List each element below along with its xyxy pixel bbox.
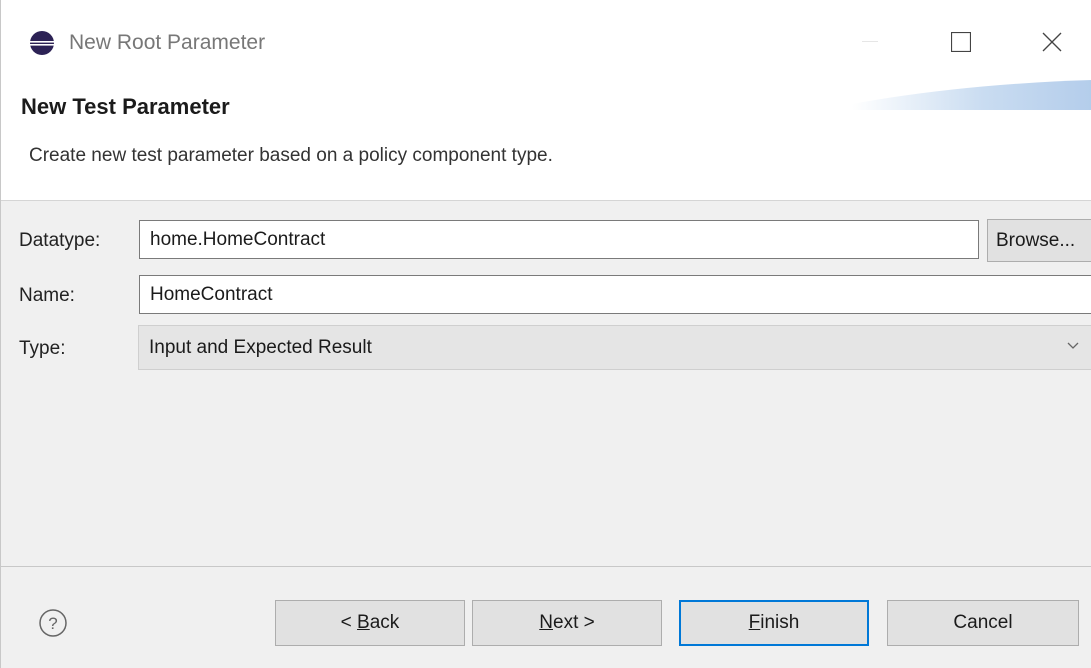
finish-button-mnemonic: F bbox=[748, 612, 761, 633]
header-banner-graphic bbox=[852, 80, 1091, 110]
type-dropdown[interactable]: Input and Expected Result bbox=[138, 325, 1091, 370]
maximize-icon bbox=[951, 32, 971, 52]
back-button[interactable]: < Back bbox=[275, 600, 465, 646]
window-title: New Root Parameter bbox=[69, 31, 266, 54]
svg-text:?: ? bbox=[48, 614, 57, 633]
name-field[interactable]: HomeContract bbox=[139, 275, 1091, 314]
back-button-mnemonic: B bbox=[357, 612, 370, 633]
finish-button-rest: inish bbox=[760, 612, 800, 633]
question-circle-icon[interactable]: ? bbox=[38, 608, 68, 638]
type-label: Type: bbox=[19, 338, 66, 359]
page-title: New Test Parameter bbox=[21, 94, 230, 119]
wizard-header: New Test Parameter Create new test param… bbox=[1, 80, 1091, 201]
datatype-field[interactable]: home.HomeContract bbox=[139, 220, 979, 259]
minimize-icon bbox=[862, 41, 878, 42]
title-bar: New Root Parameter bbox=[1, 0, 1091, 80]
close-icon bbox=[1042, 32, 1062, 52]
maximize-button[interactable] bbox=[938, 22, 984, 62]
footer-separator bbox=[1, 566, 1091, 567]
next-button-rest: ext > bbox=[553, 612, 595, 633]
back-button-prefix: < bbox=[340, 612, 358, 633]
page-description: Create new test parameter based on a pol… bbox=[29, 145, 553, 166]
next-button-mnemonic: N bbox=[539, 612, 553, 633]
new-root-parameter-dialog: New Root Parameter New Test Parameter Cr… bbox=[0, 0, 1091, 668]
cancel-button[interactable]: Cancel bbox=[887, 600, 1079, 646]
finish-button[interactable]: Finish bbox=[679, 600, 869, 646]
type-selected-value: Input and Expected Result bbox=[149, 337, 372, 358]
datatype-label: Datatype: bbox=[19, 230, 101, 251]
name-label: Name: bbox=[19, 285, 75, 306]
close-button[interactable] bbox=[1029, 22, 1075, 62]
minimize-button[interactable] bbox=[847, 22, 893, 62]
back-button-rest: ack bbox=[369, 612, 400, 633]
eclipse-icon bbox=[29, 30, 55, 56]
chevron-down-icon bbox=[1067, 342, 1079, 349]
next-button[interactable]: Next > bbox=[472, 600, 662, 646]
browse-button[interactable]: Browse... bbox=[987, 219, 1091, 262]
